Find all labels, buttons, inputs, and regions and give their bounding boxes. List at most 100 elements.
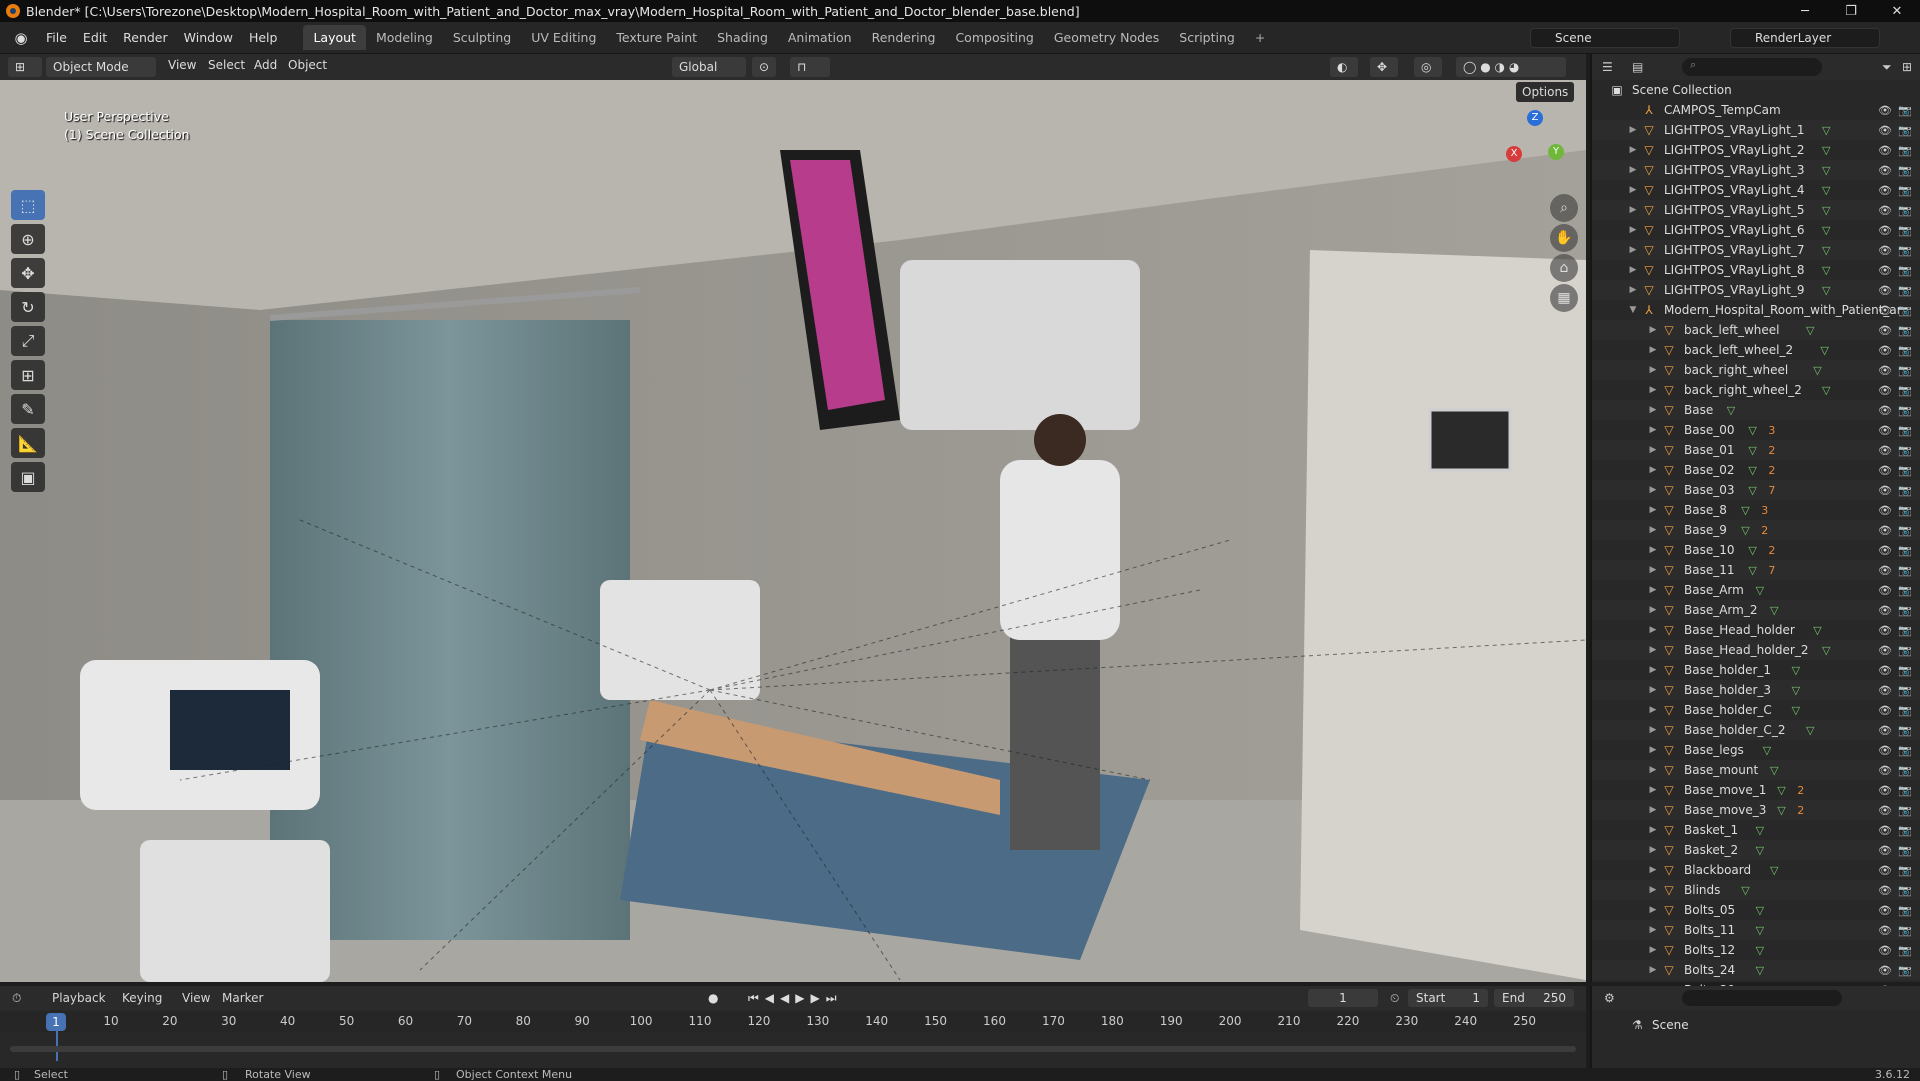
visibility-eye-icon[interactable]: 👁	[1878, 584, 1892, 597]
outliner-item[interactable]: ▶ ▽ back_left_wheel_2 ▽ 👁 📷	[1592, 340, 1920, 360]
outliner-item[interactable]: ▶ ▽ back_right_wheel ▽ 👁 📷	[1592, 360, 1920, 380]
preview-range-icon[interactable]: ⏲	[1390, 991, 1399, 1006]
expand-arrow-icon[interactable]: ▶	[1648, 405, 1658, 415]
minimize-button[interactable]: ─	[1782, 0, 1828, 22]
mesh-data-icon[interactable]: ▽	[1727, 404, 1735, 417]
modifier-count[interactable]: 2	[1797, 784, 1804, 797]
expand-arrow-icon[interactable]: ▶	[1648, 745, 1658, 755]
render-camera-icon[interactable]: 📷	[1898, 964, 1912, 977]
render-camera-icon[interactable]: 📷	[1898, 424, 1912, 437]
tab-rendering[interactable]: Rendering	[862, 25, 946, 50]
render-camera-icon[interactable]: 📷	[1898, 204, 1912, 217]
render-camera-icon[interactable]: 📷	[1898, 104, 1912, 117]
close-button[interactable]: ✕	[1874, 0, 1920, 22]
blender-menu-icon[interactable]: ◉	[8, 27, 34, 49]
mesh-data-icon[interactable]: ▽	[1770, 604, 1778, 617]
menu-view[interactable]: View	[168, 58, 196, 72]
pan-hand-icon[interactable]: ✋	[1550, 224, 1578, 252]
mesh-data-icon[interactable]: ▽	[1763, 744, 1771, 757]
modifier-count[interactable]: 7	[1768, 564, 1775, 577]
visibility-eye-icon[interactable]: 👁	[1878, 284, 1892, 297]
outliner-item[interactable]: ▶ ▽ LIGHTPOS_VRayLight_9 ▽ 👁 📷	[1592, 280, 1920, 300]
visibility-eye-icon[interactable]: 👁	[1878, 824, 1892, 837]
outliner-item[interactable]: ▶ ▽ Basket_2 ▽ 👁 📷	[1592, 840, 1920, 860]
outliner-item[interactable]: ▶ ▽ Base_03 ▽ 7 👁 📷	[1592, 480, 1920, 500]
render-camera-icon[interactable]: 📷	[1898, 704, 1912, 717]
mesh-data-icon[interactable]: ▽	[1822, 204, 1830, 217]
outliner-item[interactable]: ▶ ▽ Bolts_05 ▽ 👁 📷	[1592, 900, 1920, 920]
visibility-eye-icon[interactable]: 👁	[1878, 884, 1892, 897]
visibility-eye-icon[interactable]: 👁	[1878, 944, 1892, 957]
render-camera-icon[interactable]: 📷	[1898, 264, 1912, 277]
expand-arrow-icon[interactable]: ▶	[1648, 545, 1658, 555]
mesh-data-icon[interactable]: ▽	[1813, 364, 1821, 377]
expand-arrow-icon[interactable]: ▶	[1648, 825, 1658, 835]
select-box-tool-icon[interactable]: ⬚	[11, 190, 45, 220]
visibility-eye-icon[interactable]: 👁	[1878, 144, 1892, 157]
outliner-item[interactable]: ▶ ▽ LIGHTPOS_VRayLight_4 ▽ 👁 📷	[1592, 180, 1920, 200]
rotate-tool-icon[interactable]: ↻	[11, 292, 45, 322]
visibility-eye-icon[interactable]: 👁	[1878, 904, 1892, 917]
visibility-eye-icon[interactable]: 👁	[1878, 424, 1892, 437]
mesh-data-icon[interactable]: ▽	[1792, 704, 1800, 717]
expand-arrow-icon[interactable]: ▶	[1628, 265, 1638, 275]
playhead-frame[interactable]: 1	[46, 1013, 66, 1031]
visibility-icon[interactable]: ◐	[1330, 57, 1358, 77]
end-frame-field[interactable]: End 250	[1494, 989, 1574, 1007]
measure-tool-icon[interactable]: 📐	[11, 428, 45, 458]
expand-arrow-icon[interactable]: ▶	[1648, 565, 1658, 575]
render-camera-icon[interactable]: 📷	[1898, 664, 1912, 677]
scene-properties-icon[interactable]: ⚗	[1632, 1018, 1643, 1032]
render-camera-icon[interactable]: 📷	[1898, 804, 1912, 817]
expand-arrow-icon[interactable]: ▶	[1648, 445, 1658, 455]
render-camera-icon[interactable]: 📷	[1898, 124, 1912, 137]
menu-window[interactable]: Window	[176, 30, 241, 45]
add-cube-tool-icon[interactable]: ▣	[11, 462, 45, 492]
3d-viewport[interactable]: ⬚ ⊕ ✥ ↻ ⤢ ⊞ ✎ 📐 ▣ User Perspective (1) S…	[0, 80, 1586, 982]
outliner-item[interactable]: ▶ ▽ Base_Arm ▽ 👁 📷	[1592, 580, 1920, 600]
menu-object[interactable]: Object	[288, 58, 327, 72]
expand-arrow-icon[interactable]: ▶	[1648, 885, 1658, 895]
visibility-eye-icon[interactable]: 👁	[1878, 524, 1892, 537]
outliner-item[interactable]: ▶ ▽ LIGHTPOS_VRayLight_5 ▽ 👁 📷	[1592, 200, 1920, 220]
tab-sculpting[interactable]: Sculpting	[443, 25, 521, 50]
outliner-item[interactable]: ▶ ▽ Base ▽ 👁 📷	[1592, 400, 1920, 420]
render-camera-icon[interactable]: 📷	[1898, 144, 1912, 157]
modifier-count[interactable]: 2	[1768, 544, 1775, 557]
transform-orientation-dropdown[interactable]: Global	[672, 57, 746, 77]
render-camera-icon[interactable]: 📷	[1898, 824, 1912, 837]
tab-uv-editing[interactable]: UV Editing	[521, 25, 606, 50]
visibility-eye-icon[interactable]: 👁	[1878, 624, 1892, 637]
outliner-item[interactable]: ▶ ▽ Blinds ▽ 👁 📷	[1592, 880, 1920, 900]
outliner-item[interactable]: ▶ ▽ Base_00 ▽ 3 👁 📷	[1592, 420, 1920, 440]
mesh-data-icon[interactable]: ▽	[1777, 784, 1785, 797]
gizmo-x[interactable]: X	[1506, 146, 1522, 162]
gizmo-y[interactable]: Y	[1548, 144, 1564, 160]
expand-arrow-icon[interactable]: ▶	[1628, 185, 1638, 195]
outliner-item[interactable]: ▶ ▽ back_right_wheel_2 ▽ 👁 📷	[1592, 380, 1920, 400]
expand-arrow-icon[interactable]: ▶	[1628, 145, 1638, 155]
mesh-data-icon[interactable]: ▽	[1770, 764, 1778, 777]
visibility-eye-icon[interactable]: 👁	[1878, 564, 1892, 577]
mesh-data-icon[interactable]: ▽	[1756, 924, 1764, 937]
mesh-data-icon[interactable]: ▽	[1806, 324, 1814, 337]
expand-arrow-icon[interactable]: ▶	[1648, 965, 1658, 975]
visibility-eye-icon[interactable]: 👁	[1878, 244, 1892, 257]
expand-arrow-icon[interactable]: ▶	[1648, 705, 1658, 715]
visibility-eye-icon[interactable]: 👁	[1878, 124, 1892, 137]
scale-tool-icon[interactable]: ⤢	[11, 326, 45, 356]
expand-arrow-icon[interactable]: ▶	[1648, 625, 1658, 635]
mesh-data-icon[interactable]: ▽	[1741, 884, 1749, 897]
timeline-editor-icon[interactable]: ⏱	[12, 991, 21, 1006]
mesh-data-icon[interactable]: ▽	[1822, 124, 1830, 137]
mesh-data-icon[interactable]: ▽	[1770, 864, 1778, 877]
render-camera-icon[interactable]: 📷	[1898, 344, 1912, 357]
properties-editor-icon[interactable]: ⚙	[1604, 991, 1615, 1005]
gizmo-z[interactable]: Z	[1527, 110, 1543, 126]
outliner-item[interactable]: ▶ ▽ LIGHTPOS_VRayLight_3 ▽ 👁 📷	[1592, 160, 1920, 180]
outliner-item[interactable]: ▶ ▽ LIGHTPOS_VRayLight_1 ▽ 👁 📷	[1592, 120, 1920, 140]
visibility-eye-icon[interactable]: 👁	[1878, 504, 1892, 517]
render-camera-icon[interactable]: 📷	[1898, 644, 1912, 657]
visibility-eye-icon[interactable]: 👁	[1878, 344, 1892, 357]
render-camera-icon[interactable]: 📷	[1898, 844, 1912, 857]
